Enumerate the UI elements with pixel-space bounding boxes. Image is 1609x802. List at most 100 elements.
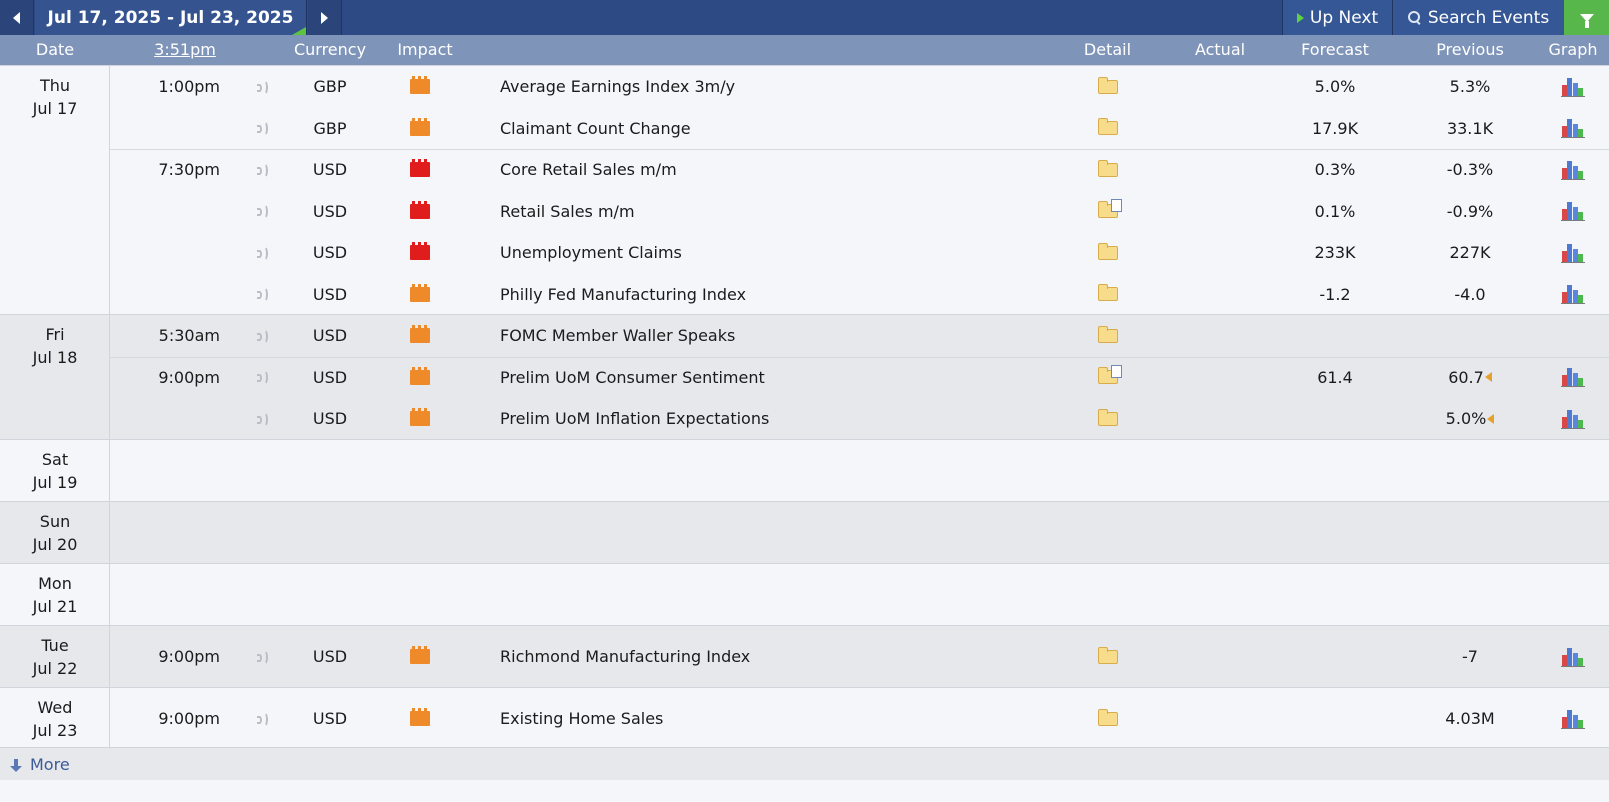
sound-alert-cell[interactable] xyxy=(252,398,274,440)
date-range-button[interactable]: Jul 17, 2025 - Jul 23, 2025 xyxy=(35,0,307,35)
bar-chart-icon xyxy=(1561,368,1585,388)
graph-button[interactable] xyxy=(1558,232,1588,274)
filter-button[interactable] xyxy=(1564,0,1609,35)
forecast-value: 233K xyxy=(1314,243,1356,263)
graph-button[interactable] xyxy=(1558,149,1588,191)
graph-button[interactable] xyxy=(1558,398,1588,440)
day-of-week: Sun xyxy=(39,511,71,531)
event-title[interactable]: Prelim UoM Consumer Sentiment xyxy=(500,357,1020,399)
detail-button[interactable] xyxy=(1090,315,1125,357)
day-group: Tue Jul 22 9:00pm USD Richmond Manufacturing… xyxy=(0,624,1609,688)
column-forecast: Forecast xyxy=(1301,40,1369,59)
event-title[interactable]: Unemployment Claims xyxy=(500,232,1020,274)
event-title[interactable]: Existing Home Sales xyxy=(500,688,1020,750)
impact-cell xyxy=(405,626,435,688)
sound-alert-cell[interactable] xyxy=(252,688,274,750)
sound-alert-cell[interactable] xyxy=(252,357,274,399)
event-row[interactable]: USD Unemployment Claims 233K 227K xyxy=(0,232,1609,274)
event-row[interactable]: 7:30pm USD Core Retail Sales m/m 0.3% -0.3% xyxy=(0,149,1609,191)
revised-icon[interactable] xyxy=(1487,413,1495,424)
event-row[interactable]: 9:00pm USD Existing Home Sales 4.03M xyxy=(0,688,1609,750)
graph-button[interactable] xyxy=(1558,108,1588,150)
graph-button[interactable] xyxy=(1558,191,1588,233)
event-row[interactable]: USD Retail Sales m/m 0.1% -0.9% xyxy=(0,191,1609,233)
sound-icon xyxy=(256,203,270,220)
up-next-button[interactable]: Up Next xyxy=(1282,0,1392,35)
search-events-button[interactable]: Search Events xyxy=(1392,0,1564,35)
current-time-link[interactable]: 3:51pm xyxy=(130,40,240,59)
arrow-left-icon xyxy=(13,11,20,24)
event-row[interactable]: USD Prelim UoM Inflation Expectations 5.0% xyxy=(0,398,1609,440)
detail-button[interactable] xyxy=(1090,66,1125,108)
graph-button[interactable] xyxy=(1558,66,1588,108)
event-currency: GBP xyxy=(313,118,347,138)
event-row[interactable]: 1:00pm GBP Average Earnings Index 3m/y 5.0%… xyxy=(0,66,1609,108)
page-bottom xyxy=(0,780,1609,802)
sound-alert-cell[interactable] xyxy=(252,232,274,274)
event-title[interactable]: Core Retail Sales m/m xyxy=(500,149,1020,191)
sound-alert-cell[interactable] xyxy=(252,626,274,688)
event-row[interactable]: 9:00pm USD Prelim UoM Consumer Sentiment 61… xyxy=(0,356,1609,399)
sound-alert-cell[interactable] xyxy=(252,315,274,357)
previous-week-button[interactable] xyxy=(0,0,34,35)
arrow-right-icon xyxy=(321,11,328,24)
event-title[interactable]: Claimant Count Change xyxy=(500,108,1020,150)
folder-icon xyxy=(1097,284,1118,302)
more-button[interactable]: More xyxy=(0,747,1609,781)
detail-button[interactable] xyxy=(1090,626,1125,688)
impact-cell xyxy=(405,315,435,357)
day-label: Mon Jul 21 xyxy=(0,572,110,618)
detail-button[interactable] xyxy=(1090,688,1125,750)
event-title[interactable]: Prelim UoM Inflation Expectations xyxy=(500,398,1020,440)
detail-button[interactable] xyxy=(1090,191,1125,233)
previous-value: 60.7 xyxy=(1448,367,1484,387)
detail-button[interactable] xyxy=(1090,232,1125,274)
date-range-label: Jul 17, 2025 - Jul 23, 2025 xyxy=(47,7,294,28)
event-row[interactable]: GBP Claimant Count Change 17.9K 33.1K xyxy=(0,108,1609,150)
detail-button[interactable] xyxy=(1090,398,1125,440)
event-currency: USD xyxy=(312,367,348,387)
medium-impact-icon xyxy=(410,117,430,136)
previous-value: 33.1K xyxy=(1446,118,1494,138)
event-row[interactable]: 5:30am USD FOMC Member Waller Speaks xyxy=(0,315,1609,357)
folder-icon xyxy=(1097,408,1118,426)
sound-icon xyxy=(256,286,270,303)
event-title[interactable]: FOMC Member Waller Speaks xyxy=(500,315,1020,357)
detail-button[interactable] xyxy=(1090,108,1125,150)
event-title[interactable]: Average Earnings Index 3m/y xyxy=(500,66,1020,108)
revised-icon[interactable] xyxy=(1484,372,1492,383)
event-row[interactable]: 9:00pm USD Richmond Manufacturing Index -7 xyxy=(0,626,1609,688)
sound-alert-cell[interactable] xyxy=(252,274,274,316)
event-row[interactable]: USD Philly Fed Manufacturing Index -1.2 -4.… xyxy=(0,274,1609,316)
next-week-button[interactable] xyxy=(308,0,342,35)
sound-icon xyxy=(256,245,270,261)
graph-button[interactable] xyxy=(1558,688,1588,750)
detail-button[interactable] xyxy=(1090,357,1125,399)
event-time xyxy=(110,398,220,440)
event-time xyxy=(110,274,220,316)
graph-button[interactable] xyxy=(1558,274,1588,316)
detail-button[interactable] xyxy=(1090,149,1125,191)
medium-impact-icon xyxy=(410,283,430,302)
event-currency: USD xyxy=(312,647,348,666)
column-currency: Currency xyxy=(293,40,367,59)
event-time xyxy=(110,108,220,150)
sound-alert-cell[interactable] xyxy=(252,108,274,150)
previous-value: 5.0% xyxy=(1445,409,1487,429)
previous-cell: 60.7 xyxy=(1415,357,1525,399)
column-detail: Detail xyxy=(1083,40,1132,59)
event-title[interactable]: Richmond Manufacturing Index xyxy=(500,626,1020,688)
previous-value: 227K xyxy=(1449,243,1491,263)
sound-alert-cell[interactable] xyxy=(252,149,274,191)
event-title[interactable]: Retail Sales m/m xyxy=(500,191,1020,233)
day-group: Wed Jul 23 9:00pm USD Existing Home Sales 4.0… xyxy=(0,686,1609,750)
event-title[interactable]: Philly Fed Manufacturing Index xyxy=(500,274,1020,316)
graph-button[interactable] xyxy=(1558,626,1588,688)
sound-alert-cell[interactable] xyxy=(252,66,274,108)
sound-icon xyxy=(256,649,270,665)
detail-button[interactable] xyxy=(1090,274,1125,316)
sound-icon xyxy=(256,328,270,344)
sound-alert-cell[interactable] xyxy=(252,191,274,233)
graph-button[interactable] xyxy=(1558,357,1588,399)
previous-cell: -7 xyxy=(1415,626,1525,688)
